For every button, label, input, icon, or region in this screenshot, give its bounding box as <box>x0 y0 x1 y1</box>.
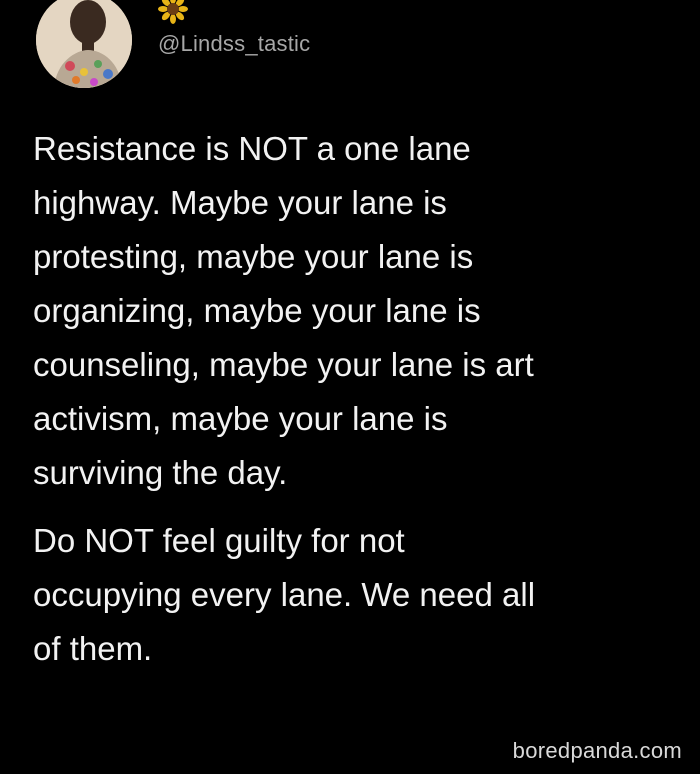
watermark: boredpanda.com <box>512 738 682 763</box>
profile-photo-icon <box>36 0 132 88</box>
tweet-line: occupying every lane. We need all <box>33 576 536 613</box>
tweet-line: counseling, maybe your lane is art <box>33 346 534 383</box>
avatar[interactable] <box>36 0 132 88</box>
tweet-paragraph-2: Do NOT feel guilty for not occupying eve… <box>33 514 700 676</box>
tweet-line: highway. Maybe your lane is <box>33 184 447 221</box>
tweet-line: activism, maybe your lane is <box>33 400 448 437</box>
tweet-line: organizing, maybe your lane is <box>33 292 481 329</box>
tweet-line: Resistance is NOT a one lane <box>33 130 471 167</box>
tweet-paragraph-1: Resistance is NOT a one lane highway. Ma… <box>33 122 700 500</box>
user-handle[interactable]: @Lindss_tastic <box>158 31 310 57</box>
tweet-header: @Lindss_tastic <box>36 0 636 90</box>
tweet-body: Resistance is NOT a one lane highway. Ma… <box>33 122 700 676</box>
tweet-line: surviving the day. <box>33 454 288 491</box>
tweet-line: protesting, maybe your lane is <box>33 238 474 275</box>
tweet-line: of them. <box>33 630 153 667</box>
sunflower-icon <box>158 0 188 24</box>
tweet-line: Do NOT feel guilty for not <box>33 522 405 559</box>
